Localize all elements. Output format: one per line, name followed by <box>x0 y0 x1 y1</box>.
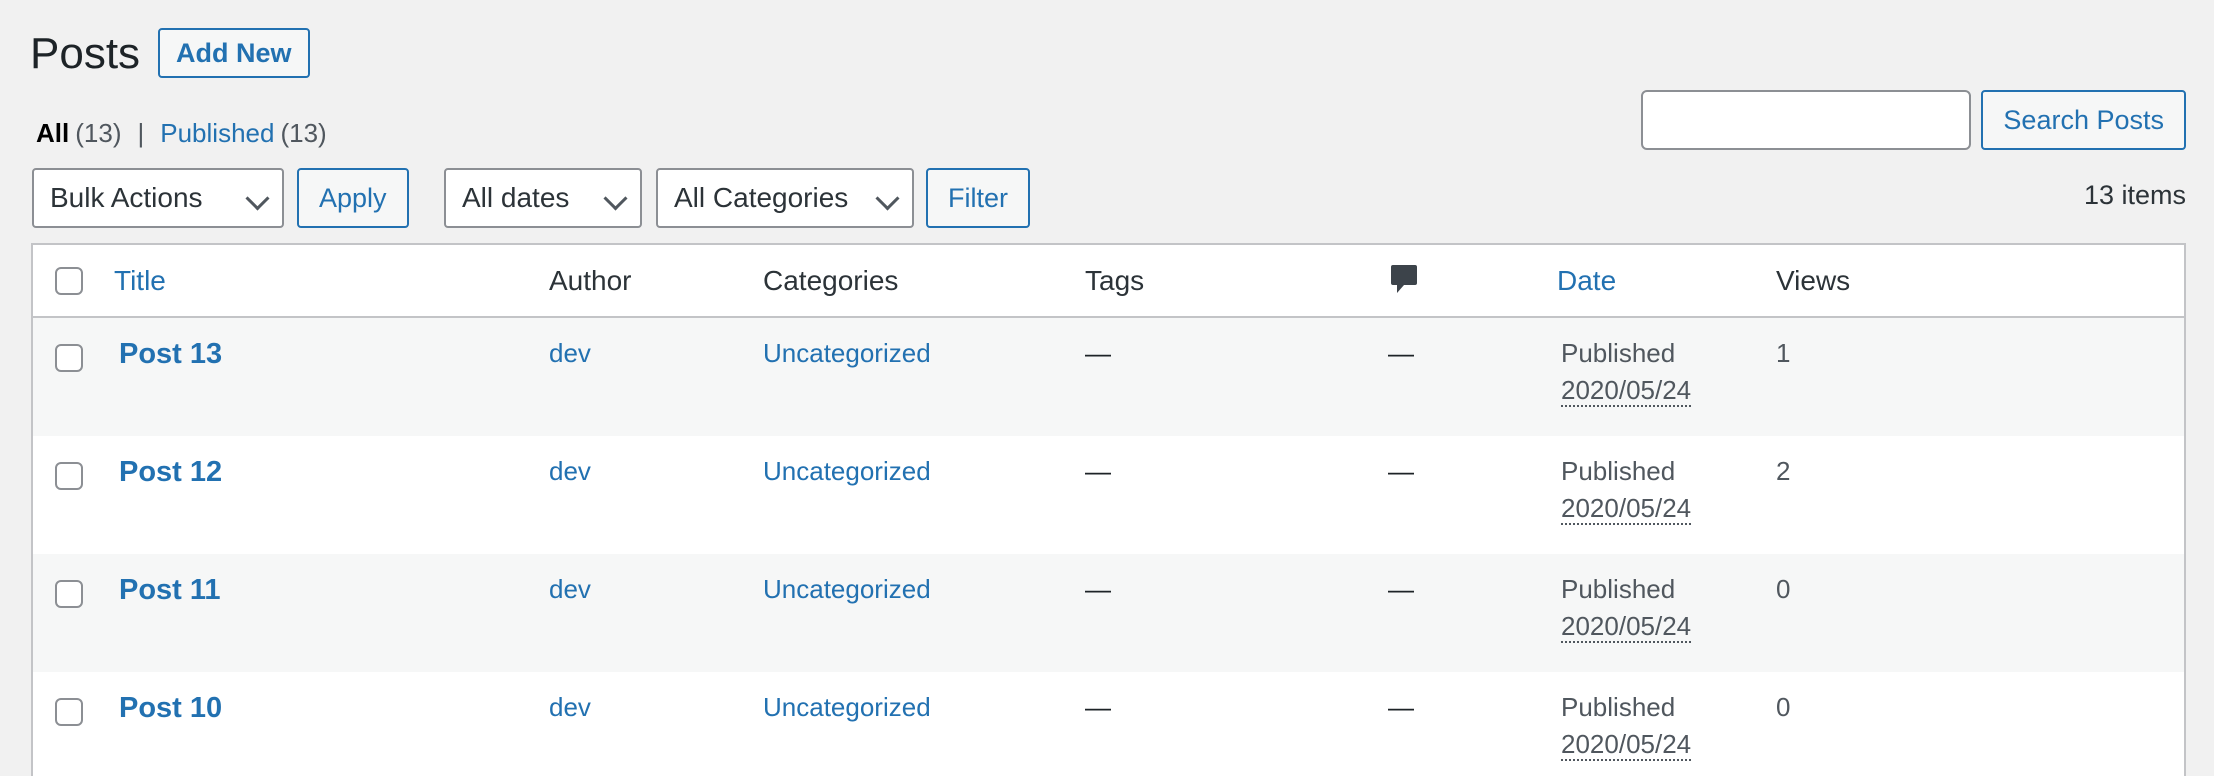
post-status: Published <box>1561 338 1676 368</box>
table-row: Post 11 dev Uncategorized — — Published … <box>33 554 2184 672</box>
post-status: Published <box>1561 574 1676 604</box>
column-date[interactable]: Date <box>1557 265 1616 297</box>
view-separator: | <box>137 118 145 148</box>
tags-value: — <box>1085 338 1111 368</box>
post-title-link[interactable]: Post 11 <box>119 574 221 607</box>
author-link[interactable]: dev <box>549 692 591 723</box>
chevron-down-icon <box>245 186 270 211</box>
date-filter-select[interactable]: All dates <box>444 168 642 228</box>
post-status: Published <box>1561 692 1676 722</box>
views-value: 1 <box>1776 338 1791 368</box>
view-all-count: (13) <box>75 118 122 148</box>
date-filter-value: All dates <box>462 182 570 213</box>
search-box: Search Posts <box>1641 90 2186 150</box>
view-all-link[interactable]: All <box>36 116 69 150</box>
comments-value: — <box>1388 456 1414 486</box>
post-status-views: All (13) | Published (13) <box>36 116 327 150</box>
post-date: 2020/05/24 <box>1561 493 1692 525</box>
category-link[interactable]: Uncategorized <box>763 574 931 605</box>
table-nav-top: Bulk Actions Apply All dates All Categor… <box>32 168 2186 228</box>
category-link[interactable]: Uncategorized <box>763 338 931 369</box>
column-views: Views <box>1776 265 1851 296</box>
search-posts-button[interactable]: Search Posts <box>1981 90 2186 150</box>
comments-value: — <box>1388 338 1414 368</box>
post-date: 2020/05/24 <box>1561 375 1692 407</box>
author-link[interactable]: dev <box>549 574 591 605</box>
apply-button[interactable]: Apply <box>297 168 409 228</box>
column-title[interactable]: Title <box>114 265 166 297</box>
filter-button[interactable]: Filter <box>926 168 1030 228</box>
add-new-button[interactable]: Add New <box>158 28 310 78</box>
date-cell: Published 2020/05/24 <box>1561 456 1692 525</box>
chevron-down-icon <box>603 186 628 211</box>
views-value: 0 <box>1776 574 1791 604</box>
row-checkbox[interactable] <box>55 344 83 372</box>
author-link[interactable]: dev <box>549 338 591 369</box>
view-published-link[interactable]: Published <box>160 116 274 150</box>
row-checkbox[interactable] <box>55 580 83 608</box>
bulk-actions-value: Bulk Actions <box>50 182 203 213</box>
bulk-actions-select[interactable]: Bulk Actions <box>32 168 284 228</box>
table-row: Post 10 dev Uncategorized — — Published … <box>33 672 2184 776</box>
page-title: Posts <box>30 29 141 78</box>
column-author: Author <box>549 265 632 296</box>
views-value: 0 <box>1776 692 1791 722</box>
date-cell: Published 2020/05/24 <box>1561 338 1692 407</box>
date-cell: Published 2020/05/24 <box>1561 692 1692 761</box>
chevron-down-icon <box>875 186 900 211</box>
post-date: 2020/05/24 <box>1561 611 1692 643</box>
post-title-link[interactable]: Post 13 <box>119 338 222 371</box>
category-filter-select[interactable]: All Categories <box>656 168 914 228</box>
table-header: Title Author Categories Tags Date Views <box>33 245 2184 318</box>
views-value: 2 <box>1776 456 1791 486</box>
row-checkbox[interactable] <box>55 462 83 490</box>
select-all-checkbox[interactable] <box>55 267 83 295</box>
post-title-link[interactable]: Post 12 <box>119 456 222 489</box>
author-link[interactable]: dev <box>549 456 591 487</box>
comments-value: — <box>1388 574 1414 604</box>
view-published-count: (13) <box>280 118 327 148</box>
table-row: Post 13 dev Uncategorized — — Published … <box>33 318 2184 436</box>
posts-table: Title Author Categories Tags Date Views … <box>31 243 2186 776</box>
table-row: Post 12 dev Uncategorized — — Published … <box>33 436 2184 554</box>
column-tags: Tags <box>1085 265 1145 296</box>
date-cell: Published 2020/05/24 <box>1561 574 1692 643</box>
posts-screen: Posts Add New All (13) | Published (13) … <box>0 0 2214 776</box>
search-input[interactable] <box>1641 90 1972 150</box>
row-checkbox[interactable] <box>55 698 83 726</box>
tags-value: — <box>1085 692 1111 722</box>
category-link[interactable]: Uncategorized <box>763 456 931 487</box>
tags-value: — <box>1085 574 1111 604</box>
items-count: 13 items <box>2083 180 2186 210</box>
column-categories: Categories <box>763 265 899 296</box>
category-link[interactable]: Uncategorized <box>763 692 931 723</box>
tags-value: — <box>1085 456 1111 486</box>
post-title-link[interactable]: Post 10 <box>119 692 222 725</box>
comment-bubble-icon <box>1391 265 1417 293</box>
comments-value: — <box>1388 692 1414 722</box>
post-date: 2020/05/24 <box>1561 729 1692 761</box>
category-filter-value: All Categories <box>674 182 849 213</box>
post-status: Published <box>1561 456 1676 486</box>
